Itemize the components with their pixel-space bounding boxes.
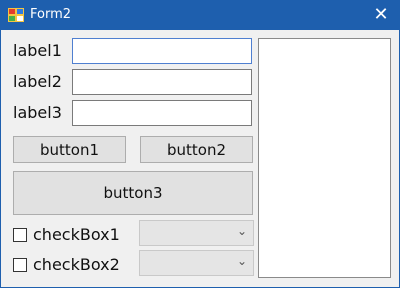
listbox[interactable] [258,38,391,278]
label1: label1 [13,41,62,60]
client-area: label1 label2 label3 button1 button2 but… [1,30,399,287]
window-title: Form2 [30,7,72,22]
label3: label3 [13,103,62,122]
checkbox1[interactable] [13,228,27,242]
close-icon: ✕ [373,4,389,25]
chevron-down-icon: ⌄ [236,224,247,238]
checkbox2-label[interactable]: checkBox2 [33,255,120,275]
button1[interactable]: button1 [13,136,126,163]
label2: label2 [13,72,62,91]
close-button[interactable]: ✕ [368,4,394,26]
combo1[interactable]: ⌄ [139,220,254,246]
chevron-down-icon: ⌄ [236,254,247,268]
checkbox1-label[interactable]: checkBox1 [33,225,120,245]
form-window: Form2 ✕ label1 label2 label3 button1 but… [0,0,400,288]
textbox2[interactable] [72,69,252,95]
textbox3[interactable] [72,100,252,126]
app-icon [8,8,24,22]
checkbox2[interactable] [13,258,27,272]
combo2[interactable]: ⌄ [139,250,254,276]
textbox1[interactable] [72,38,252,64]
button3[interactable]: button3 [13,171,253,215]
button2[interactable]: button2 [140,136,253,163]
title-bar[interactable]: Form2 ✕ [0,0,400,30]
